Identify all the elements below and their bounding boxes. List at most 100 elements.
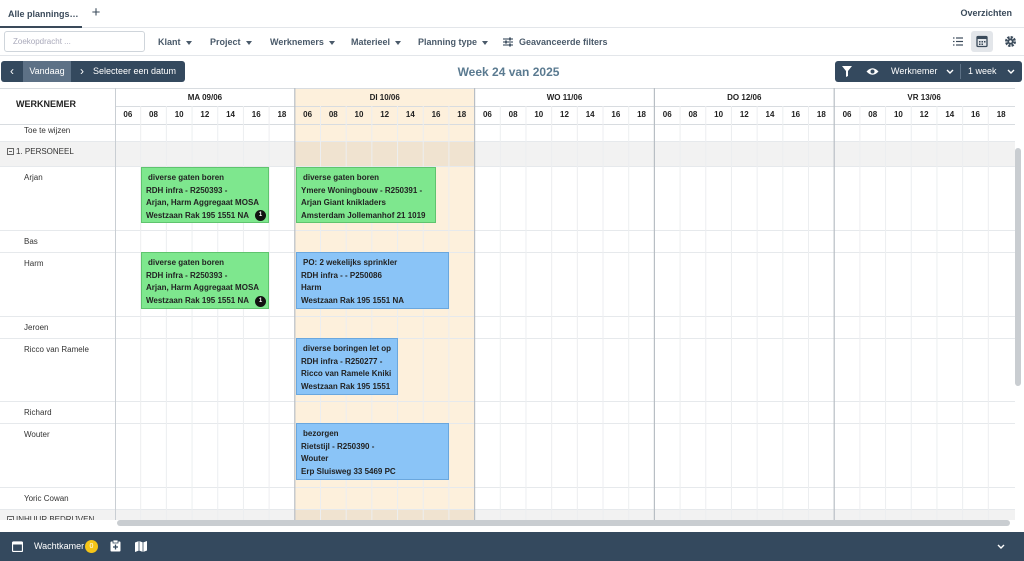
view-options: Werknemer 1 week bbox=[835, 61, 1022, 82]
hour-header: 14 bbox=[765, 110, 775, 119]
hour-header: 16 bbox=[431, 110, 441, 119]
employee-row-label: Bas bbox=[24, 237, 38, 246]
filter-planning-type[interactable]: Planning type bbox=[418, 37, 489, 47]
employee-row-label: Ricco van Ramele bbox=[24, 345, 89, 354]
search-input[interactable] bbox=[4, 31, 145, 52]
list-icon bbox=[953, 37, 963, 46]
hour-header: 06 bbox=[482, 110, 492, 119]
hour-header: 06 bbox=[123, 110, 133, 119]
day-header: WO 11/06 bbox=[546, 93, 583, 102]
hour-header: 16 bbox=[971, 110, 980, 119]
advanced-filters-button[interactable]: Geavanceerde filters bbox=[519, 37, 608, 47]
chevron-down-icon[interactable] bbox=[997, 544, 1005, 550]
gear-icon[interactable] bbox=[1004, 35, 1017, 48]
day-header: DI 10/06 bbox=[369, 93, 400, 102]
range-select[interactable]: 1 week bbox=[968, 61, 997, 82]
hour-header: 18 bbox=[996, 110, 1006, 119]
hour-header: 10 bbox=[354, 110, 364, 119]
group-row-bg bbox=[0, 509, 1015, 520]
event-line: Wouter bbox=[301, 454, 329, 464]
planning-event[interactable]: bezorgen Rietstijl - R250390 - Wouter Erp S… bbox=[296, 423, 449, 480]
hour-header: 18 bbox=[277, 110, 287, 119]
waiting-room-count: 0 bbox=[85, 540, 98, 553]
hour-header: 14 bbox=[405, 110, 415, 119]
add-tab-button[interactable]: + bbox=[88, 4, 104, 22]
calendar-view-button[interactable] bbox=[971, 31, 993, 52]
event-line: Westzaan Rak 195 1551 bbox=[301, 381, 391, 391]
filter-label: Klant bbox=[158, 37, 181, 47]
tab-alle-planningen[interactable]: Alle plannings… bbox=[0, 0, 82, 28]
hour-header: 08 bbox=[688, 110, 698, 119]
event-line: Arjan, Harm Aggregaat MOSA bbox=[146, 198, 260, 208]
caret-down-icon bbox=[328, 40, 335, 45]
list-view-button[interactable] bbox=[947, 31, 969, 52]
sliders-icon[interactable] bbox=[503, 37, 513, 47]
hour-header: 08 bbox=[508, 110, 518, 119]
caret-down-icon bbox=[395, 40, 402, 45]
filter-materieel[interactable]: Materieel bbox=[351, 37, 402, 47]
event-line: PO: 2 wekelijks sprinkler bbox=[303, 258, 398, 267]
hour-header: 06 bbox=[842, 110, 852, 119]
group-row-label: INHUUR BEDRIJVEN bbox=[7, 515, 94, 520]
event-line: Rietstijl - R250390 - bbox=[301, 441, 375, 451]
hour-header: 10 bbox=[534, 110, 544, 119]
caret-down-icon bbox=[185, 40, 192, 45]
planning-event[interactable]: diverse boringen let op RDH infra - R2502… bbox=[296, 338, 398, 395]
event-count-badge: 1 bbox=[255, 296, 266, 307]
hour-header: 06 bbox=[662, 110, 672, 119]
waiting-room-bar: Wachtkamer 0 bbox=[0, 532, 1024, 561]
planning-grid: WERKNEMER MA 09/06 06 08 10 12 14 16 18 DI 10/06… bbox=[0, 88, 1015, 520]
event-line: bezorgen bbox=[303, 429, 339, 438]
employee-row-label: Yoric Cowan bbox=[24, 494, 69, 503]
planning-event[interactable]: diverse gaten boren RDH infra - R250393 -… bbox=[141, 167, 269, 223]
event-line: diverse boringen let op bbox=[303, 344, 392, 353]
filter-label: Planning type bbox=[418, 37, 478, 47]
horizontal-scrollbar[interactable] bbox=[117, 520, 1010, 526]
employee-row-label: Wouter bbox=[24, 430, 50, 439]
filter-icon[interactable] bbox=[842, 66, 852, 77]
clipboard-plus-icon[interactable] bbox=[110, 540, 121, 552]
map-icon[interactable] bbox=[135, 541, 147, 552]
event-line: Westzaan Rak 195 1551 NA bbox=[301, 295, 405, 305]
hour-header: 10 bbox=[174, 110, 184, 119]
vertical-scrollbar[interactable] bbox=[1015, 148, 1021, 386]
employee-row-label: Arjan bbox=[24, 173, 43, 182]
event-line: RDH infra - - P250086 bbox=[301, 270, 382, 280]
hour-header: 14 bbox=[226, 110, 236, 119]
divider bbox=[960, 64, 961, 79]
overzichten-link[interactable]: Overzichten bbox=[960, 8, 1012, 18]
planning-event[interactable]: diverse gaten boren Ymere Woningbouw - R2… bbox=[296, 167, 436, 223]
employee-row-label: Jeroen bbox=[24, 323, 49, 332]
chevron-down-icon[interactable] bbox=[1007, 69, 1015, 75]
event-line: Westzaan Rak 195 1551 NA bbox=[146, 295, 250, 305]
filter-project[interactable]: Project bbox=[210, 37, 252, 47]
hour-header: 18 bbox=[816, 110, 826, 119]
hour-header: 08 bbox=[328, 110, 338, 119]
group-by-select[interactable]: Werknemer bbox=[891, 61, 937, 82]
hour-header: 12 bbox=[739, 110, 749, 119]
filter-werknemers[interactable]: Werknemers bbox=[270, 37, 335, 47]
event-count-badge: 1 bbox=[255, 210, 266, 221]
hour-header: 12 bbox=[200, 110, 210, 119]
event-line: Arjan Giant knikladers bbox=[301, 198, 386, 208]
event-line: RDH infra - R250277 - bbox=[301, 356, 383, 366]
employee-row-label: Toe te wijzen bbox=[24, 126, 71, 135]
eye-icon[interactable] bbox=[866, 67, 879, 76]
event-line: Ricco van Ramele Kniki bbox=[301, 369, 392, 379]
planning-event[interactable]: PO: 2 wekelijks sprinkler RDH infra - - P… bbox=[296, 252, 449, 309]
chevron-down-icon[interactable] bbox=[946, 69, 954, 75]
collapse-icon[interactable] bbox=[7, 148, 14, 155]
event-line: Ymere Woningbouw - R250391 - bbox=[301, 185, 423, 195]
navigation-bar: ‹ Vandaag › Selecteer een datum Week 24 … bbox=[0, 56, 1024, 87]
filter-klant[interactable]: Klant bbox=[158, 37, 192, 47]
calendar-icon[interactable] bbox=[12, 541, 23, 552]
waiting-room-label[interactable]: Wachtkamer bbox=[34, 541, 84, 551]
planning-event[interactable]: diverse gaten boren RDH infra - R250393 -… bbox=[141, 252, 269, 309]
hour-header: 18 bbox=[457, 110, 467, 119]
hour-header: 14 bbox=[945, 110, 955, 119]
collapse-icon[interactable] bbox=[7, 516, 14, 520]
hour-header: 18 bbox=[637, 110, 646, 119]
hour-header: 08 bbox=[868, 110, 878, 119]
event-line: Erp Sluisweg 33 5469 PC bbox=[301, 466, 396, 476]
group-row-bg bbox=[0, 141, 1015, 166]
